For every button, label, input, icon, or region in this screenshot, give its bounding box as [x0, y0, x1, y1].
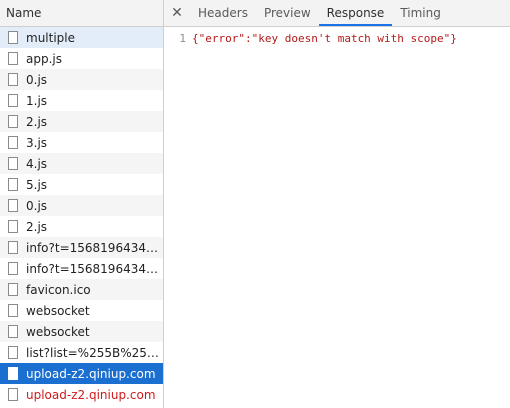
request-row[interactable]: list?list=%255B%2522b... — [0, 342, 163, 363]
request-row[interactable]: 0.js — [0, 69, 163, 90]
detail-tabbar: ✕ Headers Preview Response Timing — [164, 0, 510, 27]
request-name: 3.js — [26, 135, 48, 150]
file-icon — [8, 94, 18, 107]
request-name: multiple — [26, 30, 76, 45]
request-row[interactable]: websocket — [0, 321, 163, 342]
file-icon — [8, 73, 18, 86]
request-row[interactable]: websocket — [0, 300, 163, 321]
file-icon — [8, 52, 18, 65]
request-name: 0.js — [26, 198, 48, 213]
request-row[interactable]: 2.js — [0, 216, 163, 237]
name-column-header[interactable]: Name — [0, 0, 163, 27]
file-icon — [8, 346, 18, 359]
file-icon — [8, 262, 18, 275]
file-icon — [8, 115, 18, 128]
file-icon — [8, 304, 18, 317]
request-name: upload-z2.qiniup.com — [26, 387, 156, 402]
request-row[interactable]: app.js — [0, 48, 163, 69]
request-name: favicon.ico — [26, 282, 91, 297]
file-icon — [8, 283, 18, 296]
file-icon — [8, 367, 18, 380]
code-line: 1 {"error":"key doesn't match with scope… — [164, 31, 510, 47]
request-name: app.js — [26, 51, 62, 66]
tab-headers[interactable]: Headers — [190, 0, 256, 26]
response-text: {"error":"key doesn't match with scope"} — [192, 32, 457, 45]
request-row[interactable]: info?t=1568196434792 — [0, 258, 163, 279]
request-row[interactable]: 1.js — [0, 90, 163, 111]
request-rows: multiple app.js 0.js 1.js 2.js 3.js 4.js 5.js 0.… — [0, 27, 163, 405]
request-row[interactable]: 0.js — [0, 195, 163, 216]
file-icon — [8, 178, 18, 191]
request-list: Name multiple app.js 0.js 1.js 2.js 3.js 4.js 5… — [0, 0, 164, 408]
request-name: websocket — [26, 324, 90, 339]
request-name: 2.js — [26, 114, 48, 129]
request-name: websocket — [26, 303, 90, 318]
request-name: info?t=1568196434792 — [26, 261, 163, 276]
request-name: 2.js — [26, 219, 48, 234]
tab-response[interactable]: Response — [318, 0, 393, 26]
request-name: list?list=%255B%2522b... — [26, 345, 163, 360]
request-row[interactable]: upload-z2.qiniup.com — [0, 384, 163, 405]
file-icon — [8, 136, 18, 149]
request-name: 1.js — [26, 93, 48, 108]
request-row[interactable]: 2.js — [0, 111, 163, 132]
close-icon[interactable]: ✕ — [164, 0, 190, 26]
devtools-network-panel: Name multiple app.js 0.js 1.js 2.js 3.js 4.js 5… — [0, 0, 510, 408]
request-row[interactable]: 3.js — [0, 132, 163, 153]
request-name: 5.js — [26, 177, 48, 192]
request-row[interactable]: info?t=1568196434791 — [0, 237, 163, 258]
request-name: upload-z2.qiniup.com — [26, 366, 156, 381]
file-icon — [8, 241, 18, 254]
file-icon — [8, 220, 18, 233]
file-icon — [8, 157, 18, 170]
file-icon — [8, 388, 18, 401]
tab-timing[interactable]: Timing — [392, 0, 449, 26]
request-name: 4.js — [26, 156, 48, 171]
request-row[interactable]: 5.js — [0, 174, 163, 195]
request-row[interactable]: multiple — [0, 27, 163, 48]
request-name: info?t=1568196434791 — [26, 240, 163, 255]
request-row[interactable]: upload-z2.qiniup.com — [0, 363, 163, 384]
file-icon — [8, 31, 18, 44]
line-number: 1 — [179, 32, 186, 45]
response-body[interactable]: 1 {"error":"key doesn't match with scope… — [164, 27, 510, 47]
tab-preview[interactable]: Preview — [256, 0, 319, 26]
request-name: 0.js — [26, 72, 48, 87]
request-row[interactable]: favicon.ico — [0, 279, 163, 300]
request-row[interactable]: 4.js — [0, 153, 163, 174]
request-detail-panel: ✕ Headers Preview Response Timing 1 {"er… — [164, 0, 510, 408]
file-icon — [8, 325, 18, 338]
file-icon — [8, 199, 18, 212]
